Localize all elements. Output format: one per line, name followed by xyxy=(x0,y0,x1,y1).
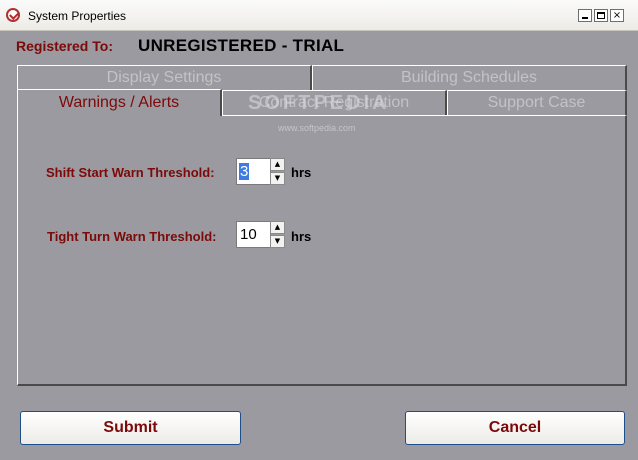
minimize-button[interactable] xyxy=(578,9,592,22)
registered-to-label: Registered To: xyxy=(16,38,113,54)
shift-start-unit: hrs xyxy=(291,165,312,180)
shift-start-threshold-input[interactable]: 3 xyxy=(236,158,271,185)
shift-start-increment-button[interactable]: ▲ xyxy=(270,158,285,171)
app-icon xyxy=(6,8,20,22)
tight-turn-unit: hrs xyxy=(291,229,312,244)
tight-turn-threshold-value: 10 xyxy=(240,226,257,243)
shift-start-threshold-label: Shift Start Warn Threshold: xyxy=(46,165,215,180)
tight-turn-increment-button[interactable]: ▲ xyxy=(270,221,285,234)
shift-start-threshold-value: 3 xyxy=(239,163,250,180)
tab-support-case[interactable]: Support Case xyxy=(447,90,627,115)
tab-display-settings[interactable]: Display Settings xyxy=(17,65,312,90)
shift-start-decrement-button[interactable]: ▼ xyxy=(270,172,285,185)
tight-turn-threshold-label: Tight Turn Warn Threshold: xyxy=(47,229,217,244)
tab-building-schedules[interactable]: Building Schedules xyxy=(312,65,627,90)
tight-turn-decrement-button[interactable]: ▼ xyxy=(270,235,285,248)
tight-turn-threshold-input[interactable]: 10 xyxy=(236,221,271,248)
cancel-button[interactable]: Cancel xyxy=(405,411,625,445)
title-bar[interactable]: System Properties × xyxy=(0,0,638,31)
submit-button[interactable]: Submit xyxy=(20,411,241,445)
close-button[interactable]: × xyxy=(610,9,624,22)
maximize-button[interactable] xyxy=(594,9,608,22)
warnings-alerts-panel xyxy=(17,115,627,386)
registration-status: UNREGISTERED - TRIAL xyxy=(138,36,345,55)
tab-warnings-alerts[interactable]: Warnings / Alerts xyxy=(17,89,222,116)
watermark-url: www.softpedia.com xyxy=(278,123,356,133)
window-title: System Properties xyxy=(28,9,127,23)
watermark-text: SOFTPEDIA xyxy=(248,92,390,114)
